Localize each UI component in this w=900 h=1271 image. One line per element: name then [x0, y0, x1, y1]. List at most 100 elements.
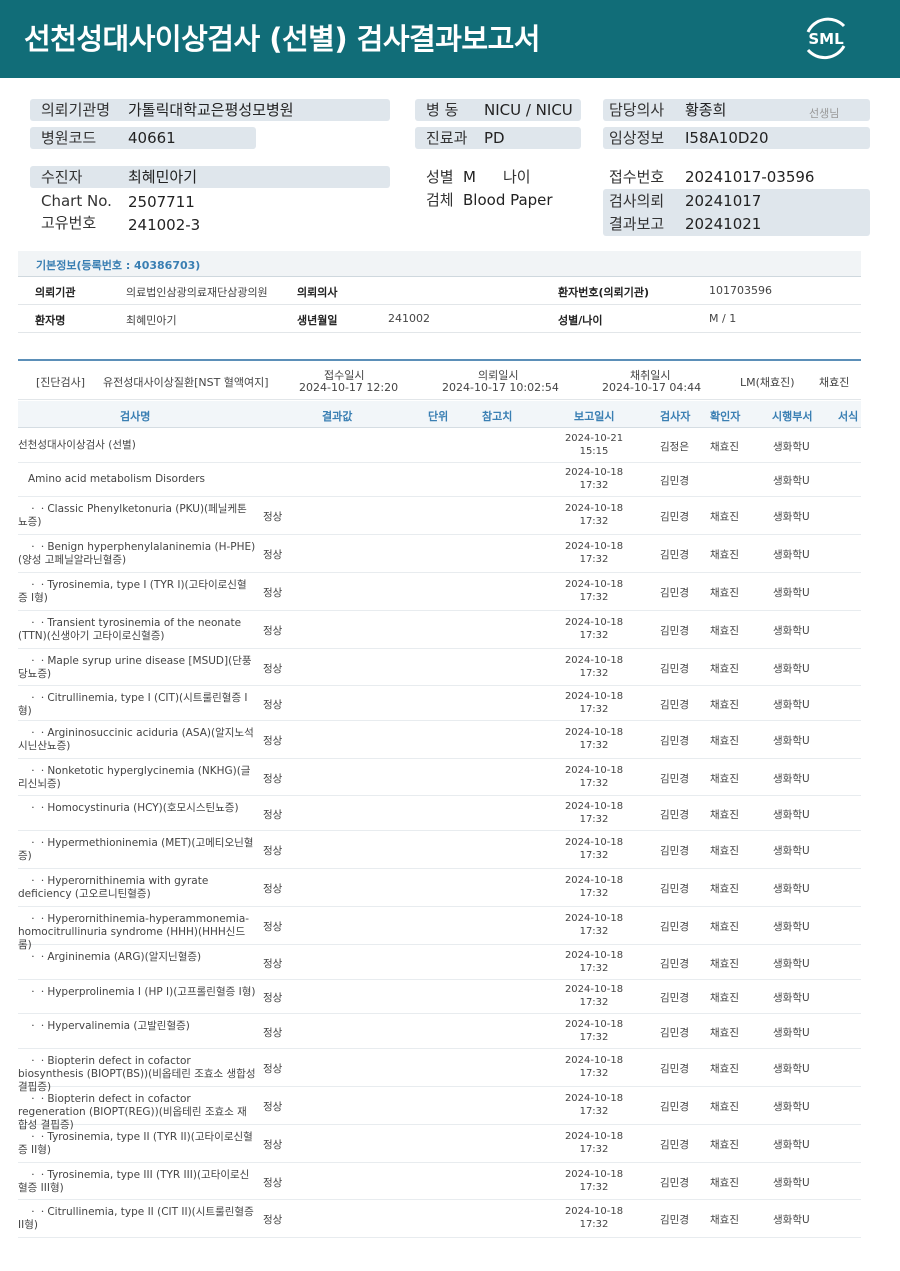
report-time: 17:32: [579, 554, 609, 565]
report-time: 17:32: [579, 667, 609, 679]
sexage-value: M / 1: [709, 312, 737, 325]
table-row: ㆍㆍHyperprolinemia I (HP I)(고프롤린혈증 I형) 정상 2…: [18, 980, 861, 1014]
report-time: 17:32: [579, 997, 609, 1008]
department: 생화학U: [773, 735, 810, 747]
table-row: ㆍㆍArgininemia (ARG)(알지닌혈증) 정상 2024-10-18 17…: [18, 945, 861, 980]
patient-label: 수진자: [41, 168, 83, 186]
basic-info-title-text: 기본정보(등록번호 : 40386703): [36, 259, 201, 272]
collect-time-value: 2024-10-17 04:44: [602, 381, 702, 394]
report-date: 2024-10-18: [564, 503, 624, 514]
ward-value: NICU / NICU: [484, 101, 573, 119]
technician: 김민경: [660, 921, 689, 933]
table-row: ㆍㆍBiopterin defect in cofactor biosynthe…: [18, 1049, 861, 1093]
diagnosis-tag: [진단검사]: [36, 376, 86, 389]
table-row: ㆍㆍCitrullinemia, type II (CIT II)(시트룰린혈증…: [18, 1200, 861, 1238]
report-time: 17:32: [579, 813, 609, 825]
th-tech: 검사자: [660, 410, 691, 423]
table-row: ㆍㆍBenign hyperphenylalaninemia (H-PHE)(양…: [18, 535, 861, 573]
age-label: 나이: [503, 168, 531, 186]
report-header: 선천성대사이상검사 (선별) 검사결과보고서 SML: [0, 0, 900, 78]
confirmer: 채효진: [710, 845, 739, 857]
table-row: ㆍㆍHypervalinemia (고발린혈증) 정상 2024-10-18 17:3…: [18, 1014, 861, 1049]
department: 생화학U: [773, 992, 810, 1004]
table-row: ㆍㆍHypermethioninemia (MET)(고메티오닌혈증) 정상 202…: [18, 831, 861, 869]
table-row: ㆍㆍTyrosinemia, type III (TYR III)(고타이로신혈…: [18, 1163, 861, 1200]
technician: 김민경: [660, 475, 689, 487]
hospital-code-value: 40661: [128, 129, 176, 147]
table-row: ㆍㆍTransient tyrosinemia of the neonate (…: [18, 611, 861, 649]
receipt-no-label: 접수번호: [609, 168, 665, 186]
report-time: 17:32: [579, 926, 609, 937]
report-time: 17:32: [579, 1219, 609, 1230]
table-row: ㆍㆍHomocystinuria (HCY)(호모시스틴뇨증) 정상 2024-10…: [18, 796, 861, 831]
technician: 김민경: [660, 1063, 689, 1075]
department: 생화학U: [773, 1101, 810, 1113]
clinical-label: 임상정보: [609, 129, 665, 147]
patient-name-label: 환자명: [35, 314, 66, 327]
th-dept: 시행부서: [772, 410, 813, 423]
report-date: 2024-10-18: [564, 1055, 624, 1066]
pid-value: 101703596: [709, 284, 772, 297]
diagnosis-test: 유전성대사이상질환[NST 혈액여지]: [103, 376, 269, 389]
report-date: 2024-10-18: [564, 541, 624, 552]
confirmer: 채효진: [710, 662, 739, 675]
technician: 김민경: [660, 1026, 689, 1039]
section-divider: [18, 333, 861, 361]
technician: 김민경: [660, 957, 689, 970]
result-value: 정상: [263, 735, 283, 747]
test-name: ㆍㆍHyperornithinemia with gyrate deficien…: [18, 875, 209, 900]
result-value: 정상: [263, 957, 283, 970]
report-date: 2024-10-18: [564, 1131, 624, 1142]
inst-value: 의료법인삼광의료재단삼광의원: [126, 286, 268, 299]
request-label: 검사의뢰: [609, 192, 665, 210]
confirmer: 채효진: [710, 511, 739, 523]
test-name: ㆍㆍCitrullinemia, type I (CIT)(시트룰린혈증 I형): [18, 692, 248, 717]
report-title: 선천성대사이상검사 (선별) 검사결과보고서: [24, 22, 540, 56]
result-value: 정상: [263, 1101, 283, 1113]
test-name: ㆍㆍTyrosinemia, type II (TYR II)(고타이로신혈증 …: [18, 1131, 253, 1156]
table-row: ㆍㆍArgininosuccinic aciduria (ASA)(알지노석시닌…: [18, 721, 861, 759]
department: 생화학U: [773, 549, 810, 561]
confirmer: 채효진: [710, 772, 739, 785]
confirmer: 채효진: [710, 698, 739, 711]
confirmer: 채효진: [710, 549, 739, 561]
department: 생화학U: [773, 440, 810, 453]
test-name: ㆍㆍArgininosuccinic aciduria (ASA)(알지노석시닌…: [18, 727, 254, 752]
result-value: 정상: [263, 625, 283, 637]
chart-label: Chart No.: [41, 192, 112, 210]
result-value: 정상: [263, 1214, 283, 1226]
department: 생화학U: [773, 1214, 810, 1226]
report-date: 2024-10-18: [564, 875, 624, 886]
department: 생화학U: [773, 808, 810, 821]
receipt-no-value: 20241017-03596: [685, 168, 815, 186]
test-name: Amino acid metabolism Disorders: [28, 473, 206, 485]
result-value: 정상: [263, 698, 283, 711]
pid-label: 환자번호(의뢰기관): [558, 286, 650, 299]
patient-pill: [30, 166, 390, 188]
table-row: ㆍㆍTyrosinemia, type II (TYR II)(고타이로신혈증 …: [18, 1125, 861, 1163]
inst-label: 의뢰기관: [35, 286, 76, 299]
department: 생화학U: [773, 1176, 810, 1189]
report-date: 2024-10-18: [564, 764, 624, 776]
report-date: 2024-10-18: [564, 1018, 624, 1030]
confirmer: 채효진: [710, 808, 739, 821]
doctor-value: 황종희: [685, 101, 727, 119]
result-value: 정상: [263, 549, 283, 561]
confirmer: 채효진: [710, 1139, 739, 1151]
technician: 김민경: [660, 698, 689, 711]
test-name: ㆍㆍBenign hyperphenylalaninemia (H-PHE)(양…: [18, 541, 256, 566]
report-date: 2024-10-18: [564, 690, 624, 702]
request-time-value: 2024-10-17 10:02:54: [442, 381, 559, 394]
report-time: 17:32: [579, 516, 609, 527]
test-name: ㆍㆍNonketotic hyperglycinemia (NKHG)(글리신뇌…: [18, 765, 251, 790]
sexage-label: 성별/나이: [558, 314, 603, 327]
technician: 김민경: [660, 772, 689, 785]
technician: 김민경: [660, 808, 689, 821]
table-row: ㆍㆍHyperornithinemia-hyperammonemia-homoc…: [18, 907, 861, 951]
test-name: ㆍㆍTyrosinemia, type III (TYR III)(고타이로신혈…: [18, 1169, 250, 1194]
table-row: ㆍㆍNonketotic hyperglycinemia (NKHG)(글리신뇌…: [18, 759, 861, 796]
basic-info-row-2: 환자명 최혜민아기 생년월일 241002 성별/나이 M / 1: [18, 305, 861, 333]
test-name: ㆍㆍClassic Phenylketonuria (PKU)(페닐케톤뇨증): [18, 503, 247, 528]
confirmer: 채효진: [710, 1063, 739, 1075]
table-row: ㆍㆍCitrullinemia, type I (CIT)(시트룰린혈증 I형)…: [18, 686, 861, 721]
